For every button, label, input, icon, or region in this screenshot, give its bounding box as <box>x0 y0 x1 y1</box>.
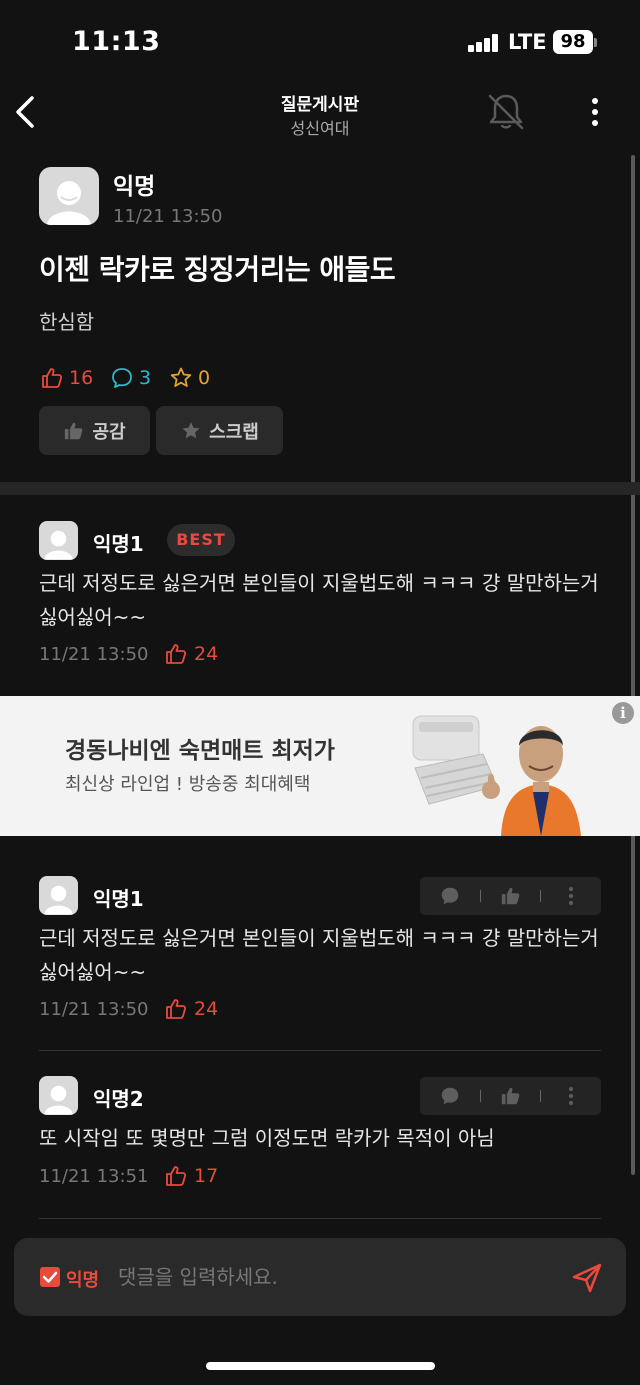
ad-subtitle: 최신상 라인업 ! 방송중 최대혜택 <box>65 774 311 795</box>
like-button[interactable]: 공감 <box>39 406 150 455</box>
scrap-count-value: 0 <box>198 367 211 389</box>
comment-likes: 17 <box>164 1164 218 1188</box>
comment-input-bar: 익명 <box>14 1238 626 1316</box>
comment-more-button[interactable] <box>541 1086 601 1106</box>
more-vertical-icon <box>569 887 574 905</box>
default-avatar-icon <box>44 1085 73 1115</box>
comment-author: 익명1 <box>93 887 144 911</box>
reply-button[interactable] <box>420 1085 480 1107</box>
ad-product-image <box>412 715 581 836</box>
avatar <box>39 167 99 225</box>
ad-title: 경동나비엔 숙면매트 최저가 <box>65 738 335 764</box>
best-comment-likes: 24 <box>164 642 218 666</box>
scrollbar[interactable] <box>631 155 635 1175</box>
comment-time: 11/21 13:51 <box>39 1166 149 1187</box>
battery-icon: 98 <box>553 30 593 54</box>
best-badge: BEST <box>167 524 235 556</box>
thumbs-up-icon <box>501 887 519 905</box>
signal-icon <box>468 34 500 52</box>
post-title: 이젠 락카로 징징거리는 애들도 <box>39 253 396 286</box>
ad-info-icon[interactable]: i <box>612 702 634 724</box>
comment-likes-value: 17 <box>194 1165 219 1187</box>
default-avatar-icon <box>44 530 73 560</box>
home-indicator[interactable] <box>206 1362 435 1370</box>
best-comment-author: 익명1 <box>93 532 144 556</box>
post-time: 11/21 13:50 <box>113 206 223 227</box>
default-avatar-icon <box>47 181 91 225</box>
row-divider <box>39 1218 601 1219</box>
thumbs-up-icon <box>65 422 83 439</box>
like-count-value: 16 <box>69 367 94 389</box>
thumbs-up-icon <box>166 644 187 664</box>
post-body: 한심함 <box>39 310 95 334</box>
ad-banner[interactable]: 경동나비엔 숙면매트 최저가 최신상 라인업 ! 방송중 최대혜택 i <box>0 696 640 836</box>
comment-more-button[interactable] <box>541 886 601 906</box>
comment-text: 근데 저정도로 싫은거면 본인들이 지울법도해 ㅋㅋㅋ 걍 말만하는거 싫어싫어… <box>39 926 599 984</box>
avatar <box>39 876 78 915</box>
scrap-button[interactable]: 스크랩 <box>156 406 283 455</box>
status-time: 11:13 <box>72 26 161 57</box>
section-divider <box>0 482 640 495</box>
best-comment-text: 근데 저정도로 싫은거면 본인들이 지울법도해 ㅋㅋㅋ 걍 말만하는거 싫어싫어… <box>39 571 599 629</box>
post-author: 익명 <box>113 174 156 200</box>
comment-likes: 24 <box>164 997 218 1021</box>
avatar <box>39 1076 78 1115</box>
comment-text: 또 시작임 또 몇명만 그럼 이정도면 락카가 목적이 아님 <box>39 1126 495 1150</box>
avatar <box>39 521 78 560</box>
comment-actions <box>420 877 601 915</box>
comment-time: 11/21 13:50 <box>39 999 149 1020</box>
anonymous-checkbox[interactable] <box>40 1267 60 1287</box>
star-icon <box>182 421 200 438</box>
checkmark-icon <box>42 1271 58 1283</box>
star-icon <box>170 367 192 387</box>
board-subtitle: 성신여대 <box>290 119 350 138</box>
scrap-button-label: 스크랩 <box>209 421 259 443</box>
row-divider <box>39 1050 601 1051</box>
best-comment-time: 11/21 13:50 <box>39 644 149 665</box>
thumbs-up-icon <box>166 999 187 1019</box>
thumbs-up-icon <box>42 368 63 388</box>
comment-like-button[interactable] <box>481 1085 541 1107</box>
comment-like-button[interactable] <box>481 885 541 907</box>
comment-actions <box>420 1077 601 1115</box>
more-options-button[interactable] <box>580 94 610 130</box>
comment-count: 3 <box>110 365 151 391</box>
comment-likes-value: 24 <box>194 998 219 1020</box>
thumbs-up-icon <box>501 1087 519 1105</box>
speech-bubble-icon <box>441 887 459 905</box>
speech-bubble-icon <box>441 1087 459 1105</box>
comment-author: 익명2 <box>93 1087 144 1111</box>
network-label: LTE <box>508 30 547 54</box>
like-button-label: 공감 <box>92 421 126 443</box>
speech-bubble-icon <box>112 368 132 388</box>
bell-off-icon <box>488 94 524 130</box>
thumbs-up-icon <box>166 1166 187 1186</box>
more-vertical-icon <box>569 1087 574 1105</box>
board-title: 질문게시판 <box>280 95 360 115</box>
anonymous-label[interactable]: 익명 <box>66 1266 99 1292</box>
default-avatar-icon <box>44 885 73 915</box>
comment-count-value: 3 <box>139 367 152 389</box>
notification-toggle-button[interactable] <box>484 92 528 132</box>
send-icon <box>572 1263 602 1293</box>
send-button[interactable] <box>569 1260 605 1296</box>
best-comment-likes-value: 24 <box>194 643 219 665</box>
more-vertical-icon <box>592 98 598 126</box>
like-count: 16 <box>40 365 93 391</box>
battery-nub <box>594 38 597 47</box>
reply-button[interactable] <box>420 885 480 907</box>
comment-input[interactable] <box>118 1260 558 1294</box>
scrap-count: 0 <box>169 365 210 391</box>
